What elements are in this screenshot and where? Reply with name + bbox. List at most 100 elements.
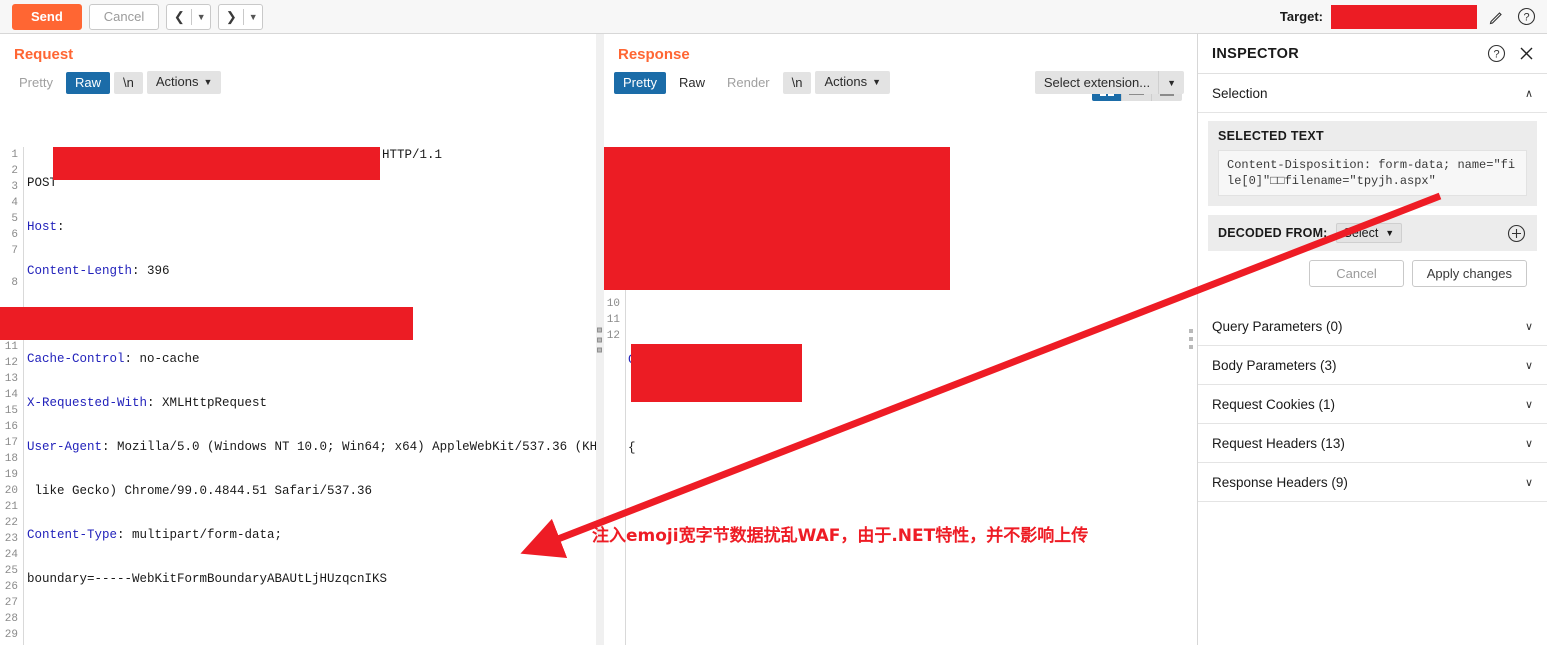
response-actions-menu[interactable]: Actions ▼ [815,71,891,94]
chevron-left-icon[interactable]: ❮ [167,5,191,29]
line-number [0,291,21,307]
line-number: 19 [4,469,18,481]
line-number: 17 [4,437,18,449]
inspector-splitter-grip-icon[interactable] [1189,329,1193,349]
close-icon[interactable] [1515,43,1537,65]
code-line: boundary=-----WebKitFormBoundaryABAUtLjH… [27,572,388,586]
decoded-from-label: DECODED FROM: [1218,226,1328,240]
forward-nav-group[interactable]: ❯ ▼ [218,3,264,30]
inspector-apply-changes-button[interactable]: Apply changes [1411,260,1527,287]
question-circle-icon[interactable]: ? [1515,6,1537,28]
inspector-title: INSPECTOR [1212,45,1300,62]
inspector-section-request-cookies[interactable]: Request Cookies (1) ∨ [1198,385,1547,424]
line-number: 11 [4,341,18,353]
response-panel: Response Pretty Raw Render \n Actions ▼ S… [604,34,1196,645]
request-code[interactable]: POST Host: Content-Length: 396 Accept: a… [27,147,596,645]
chevron-right-icon[interactable]: ❯ [219,5,243,29]
line-number: 8 [11,277,18,289]
send-button[interactable]: Send [12,3,82,30]
line-number: 28 [4,613,18,625]
response-tabbar-right: Select extension... ▼ [1034,71,1196,94]
section-label: Body Parameters (3) [1212,357,1337,373]
request-tabbar: Pretty Raw \n Actions ▼ [0,71,596,94]
code-line: Cache-Control: no-cache [27,352,200,366]
line-number: 1 [11,149,18,161]
chevron-down-icon: ∨ [1524,476,1533,489]
request-url-redaction [53,147,380,164]
request-actions-menu[interactable]: Actions ▼ [146,71,222,94]
response-json-redaction [631,344,802,402]
line-number: 27 [4,597,18,609]
request-host-redaction [53,164,380,180]
http-version-label: HTTP/1.1 [382,148,443,162]
request-tab-pretty[interactable]: Pretty [10,72,62,94]
request-line-numbers: 1 2 3 4 5 6 7 8 9 10 11 12 13 14 15 [0,147,21,645]
response-headers-redaction [604,147,950,290]
chevron-down-icon: ▼ [1385,228,1395,238]
line-number: 10 [606,298,620,310]
annotation-text: 注入emoji宽字节数据扰乱WAF，由于.NET特性，并不影响上传 [592,526,1089,546]
pencil-icon[interactable] [1485,6,1507,28]
line-number: 18 [4,453,18,465]
request-body-redaction [0,307,413,340]
question-circle-icon[interactable]: ? [1485,43,1507,65]
selected-text-title: SELECTED TEXT [1218,129,1324,143]
forward-dropdown-caret-icon[interactable]: ▼ [244,5,262,29]
chevron-up-icon: ∧ [1524,87,1533,100]
selection-body: SELECTED TEXT Content-Disposition: form-… [1198,113,1547,307]
request-editor[interactable]: 1 2 3 4 5 6 7 8 9 10 11 12 13 14 15 [0,147,596,645]
line-number: 2 [11,165,18,177]
decoded-from-select[interactable]: Select ▼ [1335,223,1403,243]
line-number: 7 [11,245,18,257]
request-gutter-divider [23,147,24,645]
request-panel: Request Pretty Raw \n Actions ▼ 1 2 3 4 5… [0,34,596,645]
selected-text-value[interactable]: Content-Disposition: form-data; name="fi… [1218,150,1527,196]
response-editor[interactable]: 10 11 12 Content-Length: 125 { "filename… [604,147,1196,645]
selection-label: Selection [1212,85,1268,101]
code-line: { [628,441,636,455]
line-number: 5 [11,213,18,225]
line-number: 23 [4,533,18,545]
inspector-section-response-headers[interactable]: Response Headers (9) ∨ [1198,463,1547,502]
inspector-section-request-headers[interactable]: Request Headers (13) ∨ [1198,424,1547,463]
back-dropdown-caret-icon[interactable]: ▼ [192,5,210,29]
plus-circle-icon[interactable] [1505,222,1527,244]
inspector-section-body-parameters[interactable]: Body Parameters (3) ∨ [1198,346,1547,385]
cancel-button[interactable]: Cancel [88,3,160,30]
line-number: 13 [4,373,18,385]
response-tab-render[interactable]: Render [718,72,779,94]
response-tab-pretty[interactable]: Pretty [614,71,666,94]
selection-button-row: Cancel Apply changes [1208,251,1537,297]
select-extension-label: Select extension... [1043,75,1151,90]
inspector-panel: INSPECTOR ? Selection ∧ SELECTED TEXT Co… [1197,34,1547,645]
inspector-section-selection[interactable]: Selection ∧ [1198,74,1547,113]
request-response-splitter[interactable] [596,34,604,645]
decoded-from-select-value: Select [1343,226,1379,240]
toolbar-right-group: Target: ? [1280,4,1547,29]
back-nav-group[interactable]: ❮ ▼ [166,3,212,30]
request-tab-raw[interactable]: Raw [65,71,110,94]
response-tab-raw[interactable]: Raw [670,72,714,94]
splitter-grip-icon [597,327,602,352]
code-line: X-Requested-With: XMLHttpRequest [27,396,268,410]
inspector-header-actions: ? [1485,43,1537,65]
chevron-down-icon: ▼ [1158,71,1184,94]
response-tab-newline[interactable]: \n [782,71,812,94]
response-actions-label: Actions [824,74,868,89]
inspector-cancel-button[interactable]: Cancel [1309,260,1404,287]
chevron-down-icon: ∨ [1524,359,1533,372]
select-extension-dropdown[interactable]: Select extension... ▼ [1034,71,1184,94]
section-label: Query Parameters (0) [1212,318,1343,334]
request-tab-newline[interactable]: \n [113,71,143,94]
line-number: 12 [4,357,18,369]
section-label: Request Headers (13) [1212,435,1345,451]
line-number: 21 [4,501,18,513]
toolbar-left-group: Send Cancel ❮ ▼ ❯ ▼ [0,3,264,30]
line-number: 29 [4,629,18,641]
code-line: Content-Type: multipart/form-data; [27,528,283,542]
inspector-section-query-parameters[interactable]: Query Parameters (0) ∨ [1198,307,1547,346]
